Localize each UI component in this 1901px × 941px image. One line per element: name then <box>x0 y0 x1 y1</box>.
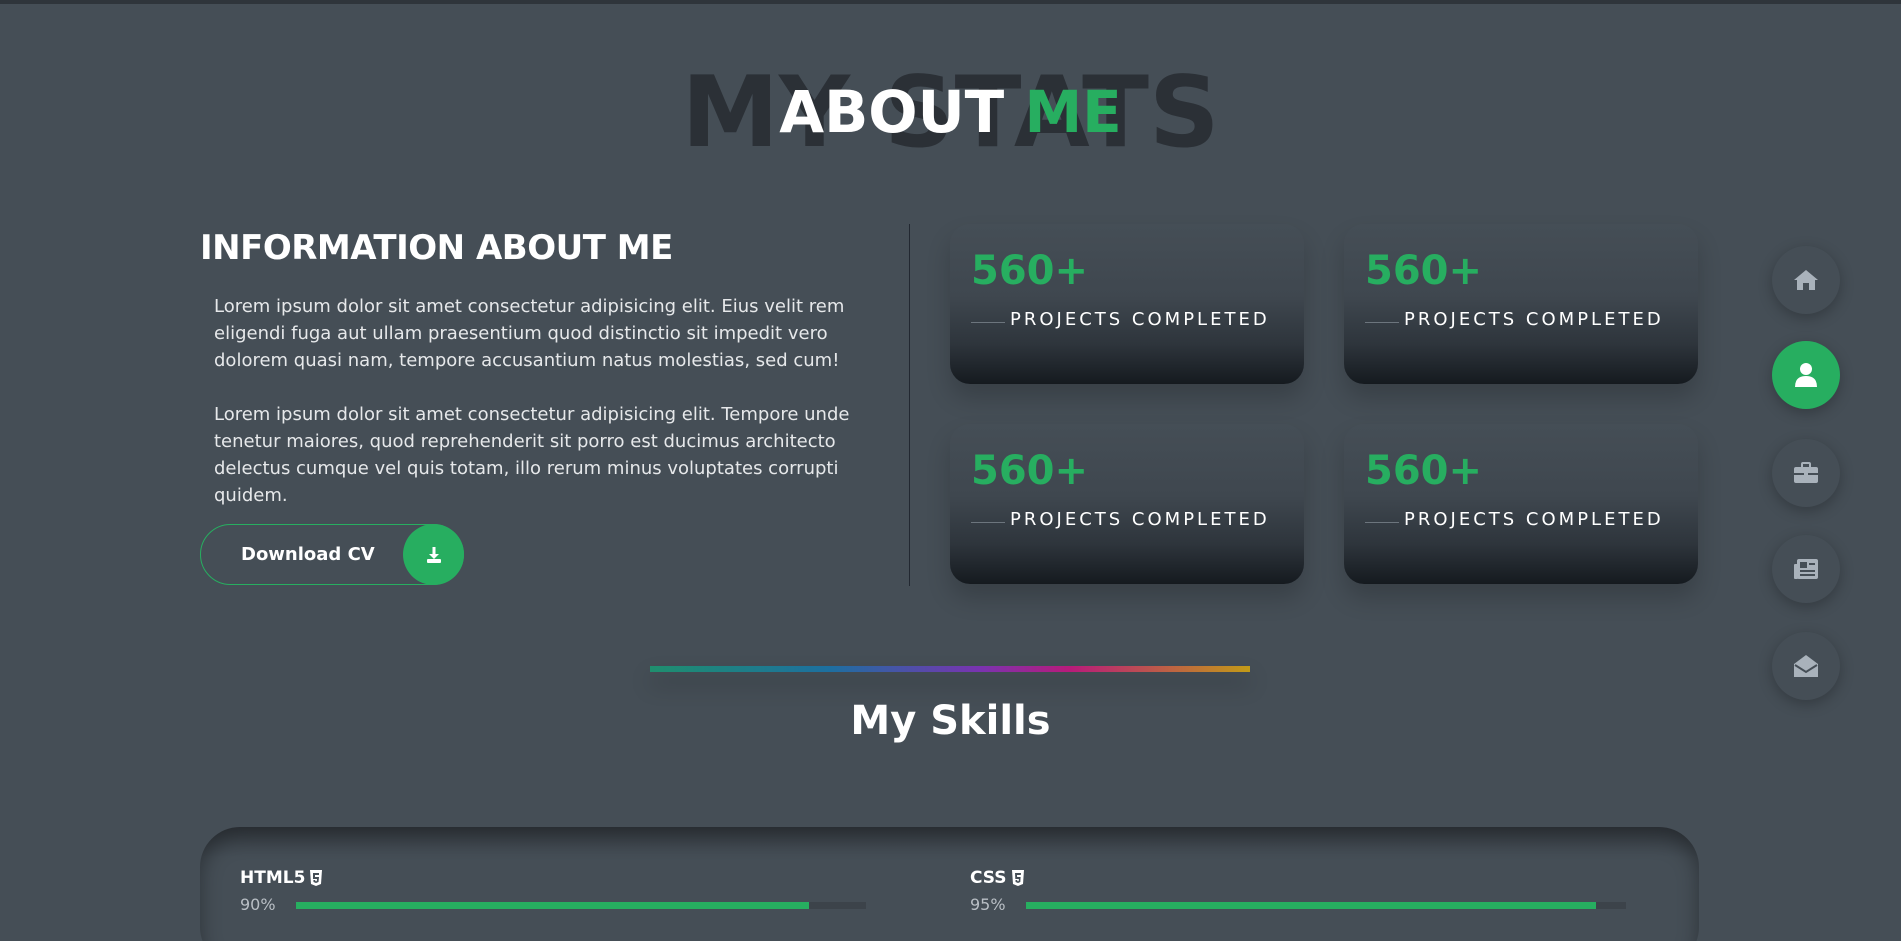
envelope-open-icon <box>1794 655 1818 677</box>
stat-card: 560+ PROJECTS COMPLETED <box>950 424 1304 584</box>
download-icon <box>403 524 464 585</box>
stat-line <box>1365 322 1399 323</box>
stat-label: PROJECTS COMPLETED <box>1010 309 1270 330</box>
download-cv-button[interactable]: Download CV <box>200 524 464 585</box>
stat-number: 560+ <box>971 448 1089 494</box>
briefcase-icon <box>1794 462 1818 483</box>
newspaper-icon <box>1794 559 1818 579</box>
skills-heading: My Skills <box>850 698 1051 744</box>
stat-label: PROJECTS COMPLETED <box>1010 509 1270 530</box>
stat-number: 560+ <box>1365 448 1483 494</box>
skill-name: CSS <box>970 868 1025 888</box>
info-paragraph-2: Lorem ipsum dolor sit amet consectetur a… <box>214 404 850 506</box>
skill-progress-track <box>296 902 866 909</box>
user-icon <box>1795 363 1817 387</box>
vertical-divider <box>909 224 910 586</box>
stat-line <box>1365 522 1399 523</box>
page-title: ABOUT ME <box>0 76 1901 148</box>
stat-label: PROJECTS COMPLETED <box>1404 309 1664 330</box>
nav-contact-button[interactable] <box>1772 632 1840 700</box>
skill-name: HTML5 <box>240 868 323 888</box>
gradient-divider <box>650 666 1250 672</box>
stat-card: 560+ PROJECTS COMPLETED <box>950 224 1304 384</box>
html5-icon <box>310 870 323 886</box>
top-border <box>0 0 1901 4</box>
stat-label: PROJECTS COMPLETED <box>1404 509 1664 530</box>
section-title: MY STATS ABOUT ME <box>0 58 1901 168</box>
title-accent: ME <box>1024 78 1122 146</box>
info-paragraph-1: Lorem ipsum dolor sit amet consectetur a… <box>214 296 845 371</box>
nav-blog-button[interactable] <box>1772 535 1840 603</box>
nav-home-button[interactable] <box>1772 246 1840 314</box>
stat-line <box>971 522 1005 523</box>
skills-container <box>200 827 1699 941</box>
info-heading: INFORMATION ABOUT ME <box>200 228 673 268</box>
skill-progress-fill <box>1026 902 1596 909</box>
nav-portfolio-button[interactable] <box>1772 439 1840 507</box>
skill-percent: 90% <box>240 895 276 914</box>
title-main: ABOUT <box>779 78 1005 146</box>
css3-icon <box>1011 870 1024 886</box>
home-icon <box>1794 270 1818 290</box>
stat-number: 560+ <box>971 248 1089 294</box>
stat-number: 560+ <box>1365 248 1483 294</box>
stat-line <box>971 322 1005 323</box>
skill-label: HTML5 <box>240 868 306 888</box>
stat-card: 560+ PROJECTS COMPLETED <box>1344 424 1698 584</box>
skill-progress-fill <box>296 902 809 909</box>
skill-label: CSS <box>970 868 1007 888</box>
download-cv-label: Download CV <box>241 544 375 565</box>
nav-about-button[interactable] <box>1772 341 1840 409</box>
skill-percent: 95% <box>970 895 1006 914</box>
skill-progress-track <box>1026 902 1626 909</box>
stat-card: 560+ PROJECTS COMPLETED <box>1344 224 1698 384</box>
